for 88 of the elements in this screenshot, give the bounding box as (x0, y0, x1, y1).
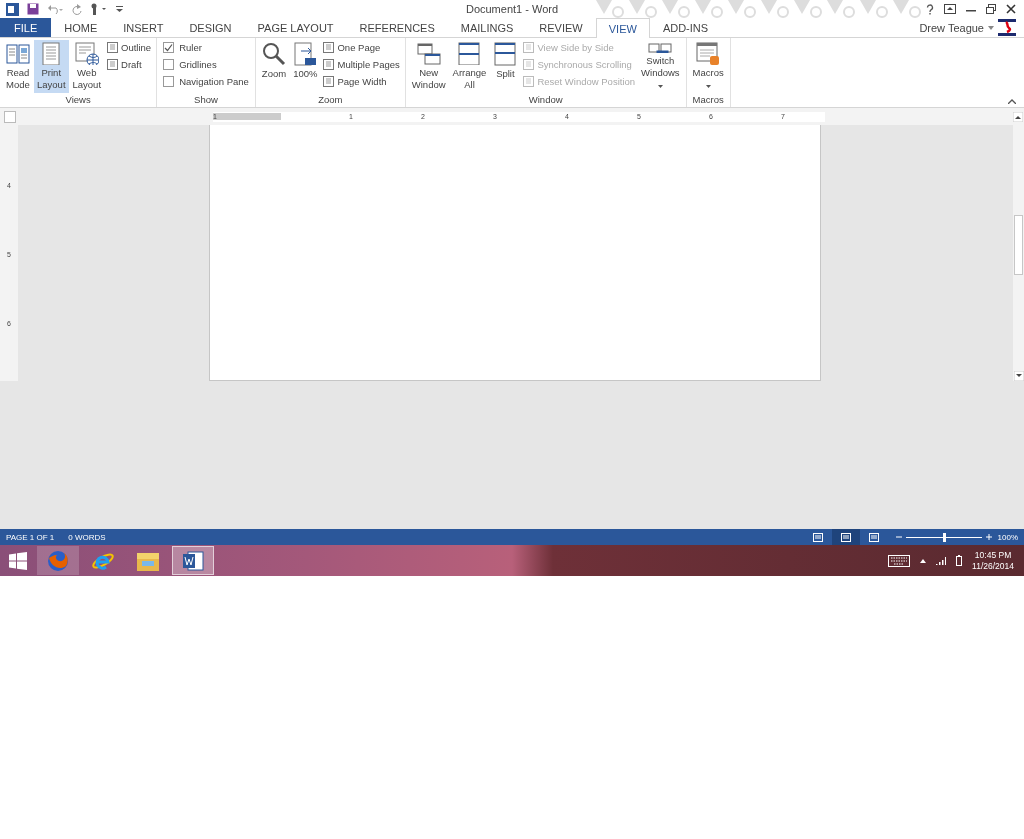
restore-icon[interactable] (986, 4, 996, 14)
ribbon-button[interactable]: 100% (290, 40, 321, 93)
firefox-icon (46, 548, 70, 573)
macro-sheet-icon (696, 42, 721, 65)
stacked-windows-icon (648, 42, 673, 53)
close-icon[interactable] (1006, 4, 1016, 14)
magnifier-icon (262, 42, 286, 66)
word-count[interactable]: 0 WORDS (68, 532, 106, 542)
ribbon-display-options-icon[interactable] (944, 4, 956, 14)
save-icon[interactable] (27, 3, 39, 15)
redo-icon[interactable] (71, 3, 82, 15)
ribbon-tab[interactable]: INSERT (110, 18, 177, 37)
checkbox[interactable] (163, 76, 175, 87)
zoom-in-icon[interactable] (985, 534, 992, 540)
single-page-icon (323, 42, 335, 53)
print-layout-icon[interactable] (831, 529, 860, 545)
undo-icon[interactable] (47, 4, 63, 14)
outline-icon (107, 42, 119, 53)
checkbox-label: Gridlines (179, 59, 217, 70)
ribbon-button[interactable]: Outline (105, 40, 154, 55)
split-window-icon (493, 42, 518, 66)
ribbon-tab[interactable]: VIEW (595, 18, 650, 38)
page-count[interactable]: PAGE 1 OF 1 (6, 532, 55, 542)
checkbox[interactable] (163, 59, 175, 70)
ribbon-button[interactable]: New Window (408, 40, 449, 93)
window-icon (457, 42, 482, 65)
zoom-slider-thumb[interactable] (942, 532, 946, 542)
ribbon-tab[interactable]: FILE (0, 18, 52, 37)
two-pages-icon (323, 59, 335, 70)
ribbon-button[interactable]: Page Width (321, 74, 402, 89)
ribbon-tab[interactable]: REFERENCES (346, 18, 448, 37)
ribbon-tab[interactable]: MAILINGS (447, 18, 527, 37)
reset-windows-icon (523, 76, 535, 87)
start-icon[interactable] (9, 551, 27, 570)
scroll-pages-icon (523, 59, 535, 70)
account-name[interactable]: Drew Teague (919, 21, 984, 34)
ribbon-button[interactable]: Draft (105, 57, 154, 72)
ribbon-button[interactable]: Print Layout (34, 40, 69, 93)
web-page-icon (74, 42, 99, 65)
caret-icon[interactable] (988, 25, 994, 30)
ribbon-button[interactable]: Switch Windows (638, 40, 683, 93)
ribbon-button[interactable]: Read Mode (3, 40, 33, 93)
ribbon-button[interactable]: Multiple Pages (321, 57, 402, 72)
checkbox[interactable] (163, 42, 175, 53)
ribbon-tab[interactable]: REVIEW (526, 18, 596, 37)
keyboard-icon[interactable] (888, 554, 911, 567)
scroll-thumb[interactable] (1014, 215, 1023, 275)
ribbon-button[interactable]: Zoom (258, 40, 290, 93)
show-hidden-icons-icon[interactable] (920, 558, 927, 563)
ribbon-button[interactable]: Macros (689, 40, 727, 93)
ribbon-tab[interactable]: PAGE LAYOUT (244, 18, 347, 37)
book-icon (6, 42, 30, 65)
taskbar-app[interactable] (172, 546, 214, 575)
customize-toolbar-icon[interactable] (116, 5, 123, 13)
collapse-ribbon-icon[interactable] (1008, 99, 1016, 104)
page-zoom-icon (293, 42, 318, 66)
scroll-down-icon[interactable] (1013, 371, 1024, 381)
profile-flag-icon[interactable] (998, 19, 1016, 36)
checkbox-label: Navigation Pane (179, 76, 249, 87)
zoom-out-icon[interactable] (895, 534, 902, 540)
battery-icon[interactable] (956, 555, 963, 566)
windows-icon (416, 42, 441, 65)
zoom-level[interactable]: 100% (997, 532, 1018, 542)
checkbox-label: Ruler (179, 42, 202, 53)
clock-date[interactable]: 11/26/2014 (972, 560, 1014, 572)
ribbon-tab[interactable]: DESIGN (176, 18, 245, 37)
page-width-icon (323, 76, 335, 87)
ribbon-tab[interactable]: HOME (51, 18, 111, 37)
scroll-up-icon[interactable] (1013, 111, 1023, 122)
group-label: Show (193, 94, 219, 107)
ribbon-button[interactable]: Split (490, 40, 521, 93)
group-label: Zoom (317, 94, 344, 107)
draft-icon (107, 59, 119, 70)
touch-mode-icon[interactable] (90, 3, 108, 15)
window-title: Document1 - Word (465, 3, 559, 15)
signal-icon[interactable] (936, 556, 947, 565)
group-label: Window (527, 94, 564, 107)
ribbon-button[interactable]: Arrange All (449, 40, 490, 93)
side-by-side-icon (523, 42, 535, 53)
group-label: Macros (691, 94, 725, 107)
ribbon-button[interactable]: One Page (321, 40, 402, 55)
help-icon[interactable] (926, 3, 934, 15)
ribbon-button[interactable]: Web Layout (69, 40, 105, 93)
word-icon (182, 549, 204, 572)
word-logo-icon[interactable] (6, 2, 19, 16)
clock-time[interactable]: 10:45 PM (974, 549, 1012, 561)
group-label: Views (64, 94, 92, 107)
ribbon-tab[interactable]: ADD-INS (649, 18, 722, 37)
